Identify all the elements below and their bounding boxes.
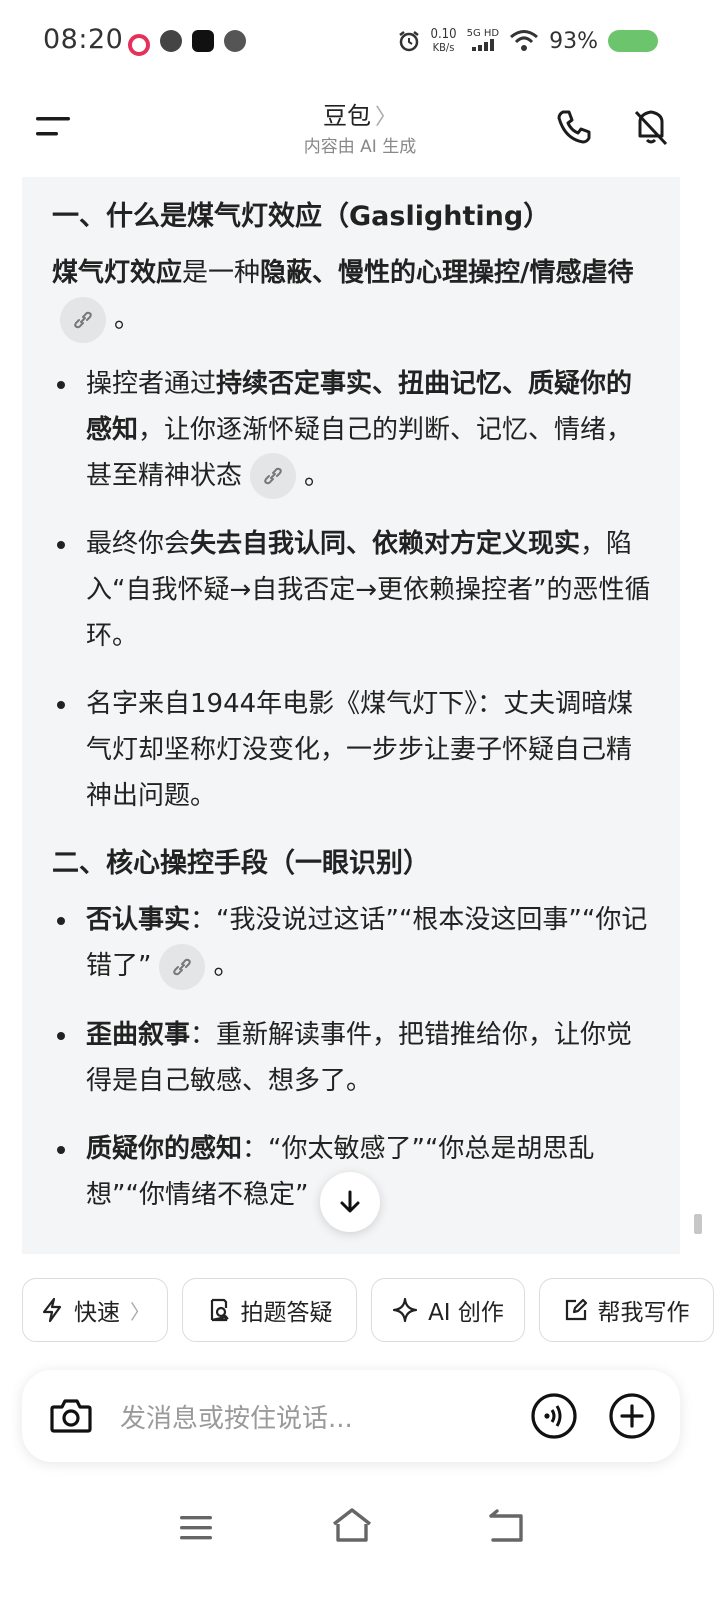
message-content: 一、什么是煤气灯效应（Gaslighting） 煤气灯效应是一种隐蔽、慢性的心理…: [52, 192, 657, 1240]
bold-text: 质疑你的感知: [86, 1133, 243, 1164]
signal-icon: [471, 39, 494, 51]
bullet-list: 否认事实：“我没说过这话”“根本没这回事”“你记错了”。 歪曲叙事：重新解读事件…: [52, 897, 657, 1218]
section-heading: 二、核心操控手段（一眼识别）: [52, 848, 430, 879]
chip-label: 帮我写作: [597, 1300, 690, 1326]
bold-text: 煤气灯效应: [52, 258, 183, 288]
chat-title[interactable]: 豆包〉: [0, 96, 720, 131]
net-speed-value: 0.10: [430, 27, 457, 42]
photo-question-chip[interactable]: 拍题答疑: [182, 1278, 357, 1342]
scroll-to-bottom-button[interactable]: [320, 1172, 380, 1232]
edit-icon: [565, 1298, 587, 1321]
bold-text: 歪曲叙事: [86, 1019, 191, 1050]
bold-text: 否认事实: [86, 905, 191, 935]
chevron-right-icon: 〉: [130, 1299, 150, 1324]
sparkle-icon: [392, 1297, 418, 1323]
intro-paragraph: 煤气灯效应是一种隐蔽、慢性的心理操控/情感虐待。: [52, 250, 657, 343]
message-input[interactable]: 发消息或按住说话...: [120, 1398, 353, 1435]
text: 。: [213, 951, 240, 981]
reference-link-icon[interactable]: [250, 453, 297, 499]
chevron-right-icon: 〉: [374, 105, 397, 130]
speaker-mute-icon[interactable]: [630, 106, 672, 148]
text: 是一种: [182, 258, 261, 288]
text: 。: [304, 460, 331, 491]
tiktok-icon: [192, 30, 214, 52]
chat-title-text: 豆包: [322, 102, 371, 130]
app-notification-icon: [128, 34, 150, 56]
text: 最终你会: [86, 529, 191, 559]
wifi-icon: [510, 30, 539, 51]
network-type: 5G HD: [466, 28, 500, 39]
bold-text: 隐蔽、慢性的心理操控/情感虐待: [260, 258, 634, 288]
chip-label: 快速: [74, 1300, 120, 1326]
assistant-message: 一、什么是煤气灯效应（Gaslighting） 煤气灯效应是一种隐蔽、慢性的心理…: [22, 177, 680, 1254]
text: 。: [114, 304, 141, 334]
list-item: 最终你会失去自我认同、依赖对方定义现实，陷入“自我怀疑→自我否定→更依赖操控者”…: [52, 521, 657, 659]
recent-apps-icon[interactable]: [176, 1510, 216, 1546]
bullet-list: 操控者通过持续否定事实、扭曲记忆、质疑你的感知，让你逐渐怀疑自己的判断、记忆、情…: [52, 361, 657, 820]
chat-bubble-icon: [224, 30, 246, 52]
back-icon[interactable]: [487, 1508, 527, 1546]
text: 操控者通过: [86, 368, 217, 399]
quick-actions: 快速 〉 拍题答疑 AI 创作 帮我写作: [22, 1278, 720, 1344]
message-input-bar: 发消息或按住说话...: [22, 1370, 680, 1462]
ai-create-chip[interactable]: AI 创作: [371, 1278, 525, 1342]
network-indicator: 5G HD: [466, 28, 500, 54]
chip-label: AI 创作: [428, 1300, 504, 1326]
app-notification-icon: [160, 30, 182, 52]
section-heading: 一、什么是煤气灯效应（Gaslighting）: [52, 201, 551, 232]
arrow-down-icon: [340, 1190, 360, 1213]
quick-mode-chip[interactable]: 快速 〉: [22, 1278, 168, 1342]
status-bar: 08:20 0.10 KB/s 5G HD 93%: [0, 0, 720, 88]
list-item: 名字来自1944年电影《煤气灯下》：丈夫调暗煤气灯却坚称灯没变化，一步步让妻子怀…: [52, 681, 657, 819]
alarm-icon: [398, 31, 419, 52]
plus-icon[interactable]: [608, 1392, 656, 1440]
list-item: 歪曲叙事：重新解读事件，把错推给你，让你觉得是自己敏感、想多了。: [52, 1012, 657, 1104]
text: ，让你逐渐怀疑自己的判断、记忆、情绪，甚至精神状态: [86, 414, 633, 491]
camera-icon[interactable]: [48, 1393, 94, 1439]
list-item: 操控者通过持续否定事实、扭曲记忆、质疑你的感知，让你逐渐怀疑自己的判断、记忆、情…: [52, 361, 657, 499]
status-app-icons: [128, 30, 246, 56]
chat-header: 豆包〉 内容由 AI 生成: [0, 88, 720, 174]
reference-link-icon[interactable]: [159, 943, 206, 990]
status-time: 08:20: [43, 24, 124, 55]
battery-percent: 93%: [549, 28, 598, 54]
ai-disclaimer: 内容由 AI 生成: [303, 137, 417, 157]
bold-text: 失去自我认同、依赖对方定义现实: [190, 529, 581, 559]
text: 名字来自1944年电影《煤气灯下》：丈夫调暗煤气灯却坚称灯没变化，一步步让妻子怀…: [86, 689, 634, 811]
list-item: 否认事实：“我没说过这话”“根本没这回事”“你记错了”。: [52, 897, 657, 990]
net-speed: 0.10 KB/s: [431, 28, 457, 54]
bolt-icon: [42, 1297, 62, 1323]
scrollbar-thumb[interactable]: [694, 1214, 702, 1234]
scan-doc-icon: [210, 1298, 229, 1322]
reference-link-icon[interactable]: [60, 296, 106, 343]
home-icon[interactable]: [330, 1506, 374, 1546]
status-indicators: 0.10 KB/s 5G HD 93%: [397, 28, 658, 54]
battery-icon: [608, 30, 658, 52]
voice-call-icon[interactable]: [530, 1392, 578, 1440]
help-write-chip[interactable]: 帮我写作: [539, 1278, 714, 1342]
net-speed-unit: KB/s: [432, 41, 455, 54]
phone-call-icon[interactable]: [553, 106, 595, 148]
system-nav-bar: [0, 1490, 720, 1580]
chip-label: 拍题答疑: [240, 1300, 333, 1326]
